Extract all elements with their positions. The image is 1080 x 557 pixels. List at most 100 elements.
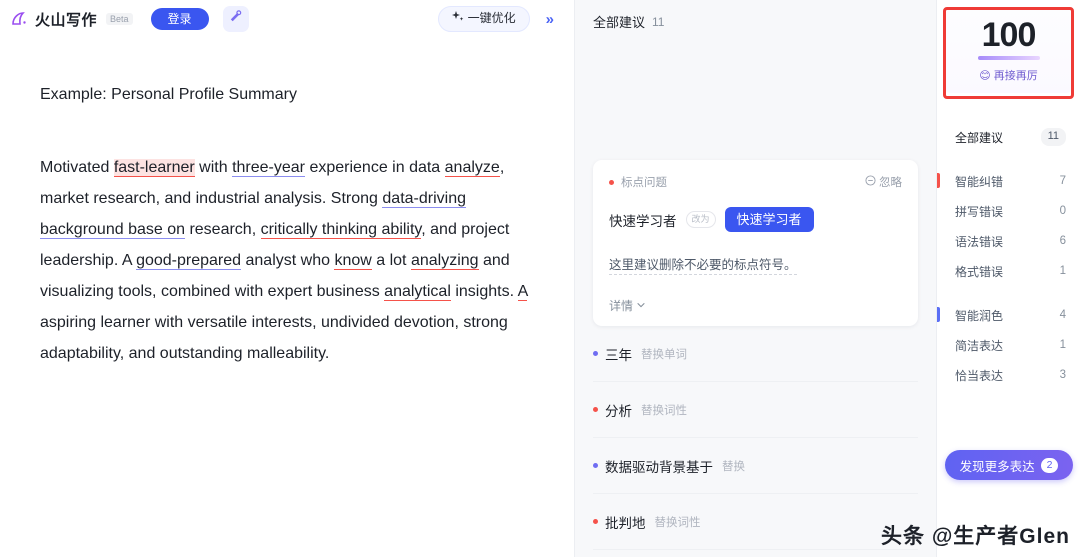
category-dot-icon (593, 351, 598, 356)
magic-wand-button[interactable] (222, 6, 249, 32)
suggestions-header: 全部建议 11 (575, 0, 936, 43)
doc-flagged-text[interactable]: critically thinking ability (260, 221, 422, 239)
sidebar-item-0[interactable]: 全部建议 11 (937, 122, 1080, 152)
score-box: 100 😊 再接再厉 (945, 9, 1072, 93)
suggestion-list-item[interactable]: 数据驱动背景基于 替换 (593, 438, 918, 494)
one-click-optimize-button[interactable]: 一键优化 (437, 5, 530, 33)
smiley-icon: 😊 (979, 69, 991, 82)
score-caption: 😊 再接再厉 (945, 67, 1072, 83)
suggestions-pane: 全部建议 11 标点问题 忽略 快速学习者 改为 快速学习者 这里建议删除不必要… (575, 0, 937, 557)
sidebar-item-1[interactable]: 智能纠错 7 (937, 166, 1080, 196)
doc-text: research, (185, 221, 261, 238)
app-root: 火山写作 Beta 登录 一键优化 » Example: Personal Pr… (0, 0, 1080, 557)
doc-text: with (194, 159, 233, 176)
suggestion-list-item[interactable]: 批判地 替换词性 (593, 494, 918, 550)
score-value: 100 (981, 16, 1037, 54)
expand-panel-button[interactable]: » (542, 11, 558, 28)
suggestions-header-count: 11 (652, 14, 665, 29)
editor-pane: 火山写作 Beta 登录 一键优化 » Example: Personal Pr… (0, 0, 575, 557)
sidebar-item-3[interactable]: 语法错误 6 (937, 226, 1080, 256)
list-separator (937, 286, 1080, 300)
doc-flagged-text[interactable]: analyzing (410, 252, 479, 270)
watermark: 头条 @生产者Glen (881, 525, 1070, 548)
sidebar-item-5[interactable]: 智能润色 4 (937, 300, 1080, 330)
details-label: 详情 (609, 299, 634, 313)
sidebar-item-label: 拼写错误 (955, 204, 1004, 219)
suggestion-word: 数据驱动背景基于 (605, 459, 713, 475)
suggestion-word: 批判地 (605, 515, 646, 531)
chevron-down-icon (636, 299, 646, 313)
apply-replacement-button[interactable]: 快速学习者 (724, 207, 814, 232)
minus-circle-icon (865, 175, 876, 189)
doc-flagged-text[interactable]: A (517, 283, 528, 301)
suggestion-card-header: 标点问题 忽略 (609, 174, 902, 190)
document-body[interactable]: Motivated fast-learner with three-year e… (40, 152, 534, 369)
sidebar-item-label: 格式错误 (955, 264, 1004, 279)
doc-flagged-text[interactable]: know (334, 252, 372, 270)
suggestions-header-label: 全部建议 (593, 15, 646, 30)
category-accent-bar (937, 173, 940, 188)
doc-flagged-text[interactable]: analyze (444, 159, 500, 177)
doc-flagged-text[interactable]: analytical (384, 283, 451, 301)
sidebar-item-count: 1 (1059, 339, 1066, 351)
login-button[interactable]: 登录 (150, 8, 209, 30)
sidebar-item-label: 智能纠错 (955, 174, 1004, 189)
sidebar-item-label: 简洁表达 (955, 338, 1004, 353)
top-toolbar: 火山写作 Beta 登录 一键优化 » (0, 0, 574, 38)
category-accent-bar (937, 307, 940, 322)
sidebar-item-label: 全部建议 (955, 130, 1004, 145)
suggestion-details-toggle[interactable]: 详情 (609, 297, 902, 314)
sidebar-item-count: 1 (1059, 265, 1066, 277)
list-separator (937, 152, 1080, 166)
category-list: 全部建议 11 智能纠错 7 拼写错误 0 语法错误 6 格式错误 1 智能润色 4 简洁表达 1 恰当表达… (937, 122, 1080, 390)
suggestion-category: 标点问题 (621, 177, 667, 189)
sidebar-item-count: 3 (1059, 369, 1066, 381)
category-dot-icon (593, 519, 598, 524)
change-to-pill: 改为 (685, 211, 716, 228)
suggestion-card[interactable]: 标点问题 忽略 快速学习者 改为 快速学习者 这里建议删除不必要的标点符号。 详… (593, 160, 918, 326)
score-underline (977, 56, 1040, 60)
sidebar-item-4[interactable]: 格式错误 1 (937, 256, 1080, 286)
discover-more-button[interactable]: 发现更多表达 2 (945, 450, 1073, 480)
sidebar-item-label: 智能润色 (955, 308, 1004, 323)
ignore-label: 忽略 (879, 177, 902, 189)
sidebar-item-count: 0 (1059, 205, 1066, 217)
suggestion-description: 这里建议删除不必要的标点符号。 (609, 254, 797, 275)
sidebar-item-6[interactable]: 简洁表达 1 (937, 330, 1080, 360)
sidebar-item-count: 4 (1059, 309, 1066, 321)
suggestion-tag: 替换单词 (641, 348, 687, 361)
sidebar-item-label: 恰当表达 (955, 368, 1004, 383)
right-sidebar: 100 😊 再接再厉 全部建议 11 智能纠错 7 拼写错误 0 语法错误 6 格式错误 1 智能润… (937, 0, 1080, 557)
document-title: Example: Personal Profile Summary (40, 86, 297, 103)
category-dot-icon (593, 407, 598, 412)
brand-name: 火山写作 (35, 11, 98, 29)
sidebar-item-count: 11 (1040, 128, 1066, 146)
doc-text: aspiring learner with versatile interest… (40, 314, 508, 362)
doc-text: insights. (450, 283, 518, 300)
ignore-button[interactable]: 忽略 (865, 174, 902, 190)
beta-tag: Beta (106, 12, 133, 26)
sidebar-item-count: 7 (1059, 175, 1066, 187)
optimize-label: 一键优化 (467, 11, 516, 26)
doc-flagged-text[interactable]: good-prepared (136, 252, 242, 270)
doc-text: a lot (371, 252, 411, 269)
sidebar-item-7[interactable]: 恰当表达 3 (937, 360, 1080, 390)
sidebar-item-2[interactable]: 拼写错误 0 (937, 196, 1080, 226)
suggestion-tag: 替换 (722, 460, 745, 473)
score-widget: 100 😊 再接再厉 (943, 7, 1074, 99)
suggestion-list-item[interactable]: 分析 替换词性 (593, 382, 918, 438)
doc-flagged-text[interactable]: fast-learner (113, 159, 195, 177)
suggestion-list: 三年 替换单词 分析 替换词性 数据驱动背景基于 替换 批判地 替换词性 (575, 326, 936, 550)
suggestion-list-item[interactable]: 三年 替换单词 (593, 326, 918, 382)
category-dot-icon (609, 179, 614, 185)
suggestion-word: 三年 (605, 347, 632, 363)
doc-text: analyst who (241, 252, 335, 269)
doc-text: Motivated (40, 159, 114, 176)
document-area[interactable]: Example: Personal Profile Summary Motiva… (0, 38, 574, 369)
discover-more-label: 发现更多表达 (959, 459, 1035, 474)
doc-flagged-text[interactable]: three-year (232, 159, 305, 177)
category-dot-icon (593, 463, 598, 468)
original-text: 快速学习者 (609, 213, 677, 229)
doc-text: experience in data (305, 159, 445, 176)
sparkle-icon (451, 10, 464, 28)
